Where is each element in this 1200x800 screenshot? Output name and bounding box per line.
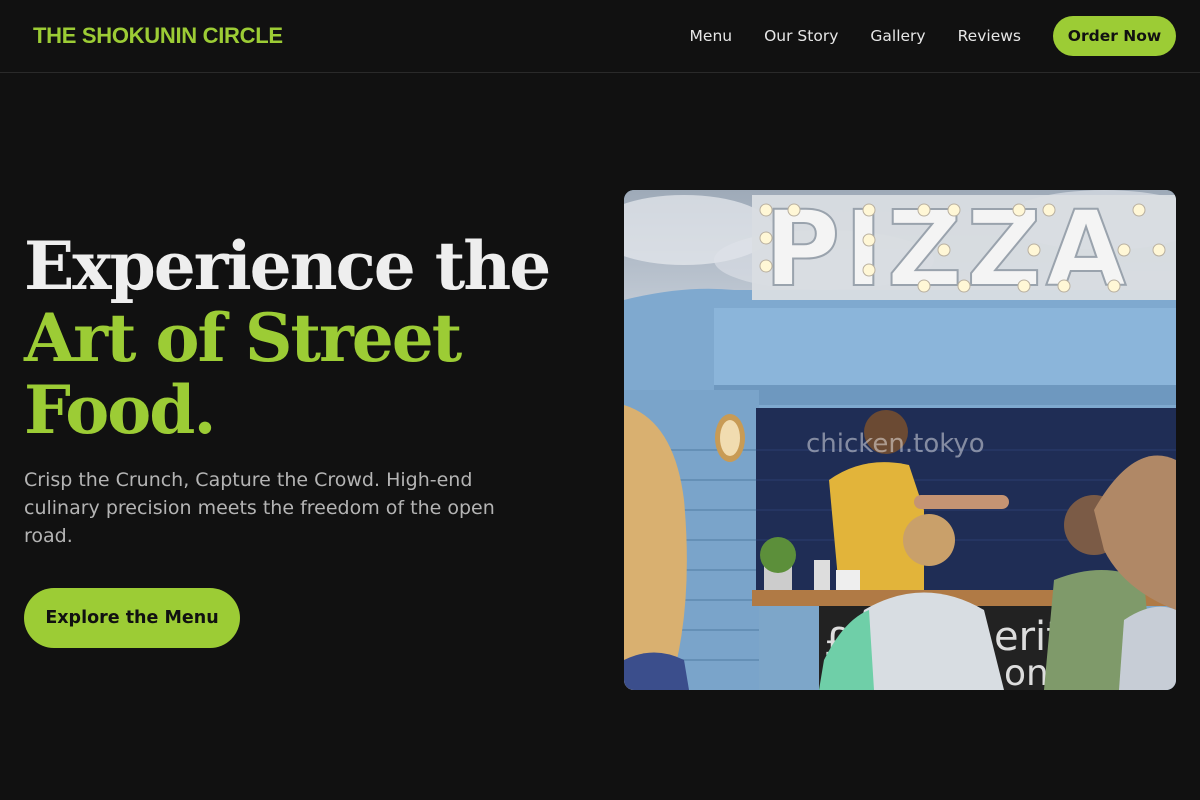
navbar: THE SHOKUNIN CIRCLE Menu Our Story Galle… <box>0 0 1200 73</box>
nav-links: Menu Our Story Gallery Reviews Order Now <box>690 16 1176 56</box>
nav-link-our-story[interactable]: Our Story <box>764 27 838 45</box>
order-now-button[interactable]: Order Now <box>1053 16 1176 56</box>
brand-logo[interactable]: THE SHOKUNIN CIRCLE <box>33 23 283 49</box>
hero-subtitle: Crisp the Crunch, Capture the Crowd. Hig… <box>24 469 495 547</box>
nav-link-reviews[interactable]: Reviews <box>958 27 1021 45</box>
headline-accent-line-1: Art of Street <box>24 299 462 377</box>
food-truck-photo: £ erit oni PIZZA <box>624 190 1176 690</box>
hero-photo: £ erit oni PIZZA <box>624 190 1176 690</box>
hero-text: Experience the Art of Street Food. Crisp… <box>24 230 584 550</box>
nav-link-menu[interactable]: Menu <box>690 27 733 45</box>
hero-headline: Experience the Art of Street Food. <box>24 230 584 446</box>
headline-accent-line-2: Food. <box>24 371 216 449</box>
headline-line-1: Experience the <box>24 227 551 305</box>
explore-menu-button[interactable]: Explore the Menu <box>24 588 240 648</box>
pizza-sign: PIZZA <box>752 190 1176 311</box>
nav-link-gallery[interactable]: Gallery <box>870 27 925 45</box>
photo-watermark: chicken.tokyo <box>806 429 985 459</box>
